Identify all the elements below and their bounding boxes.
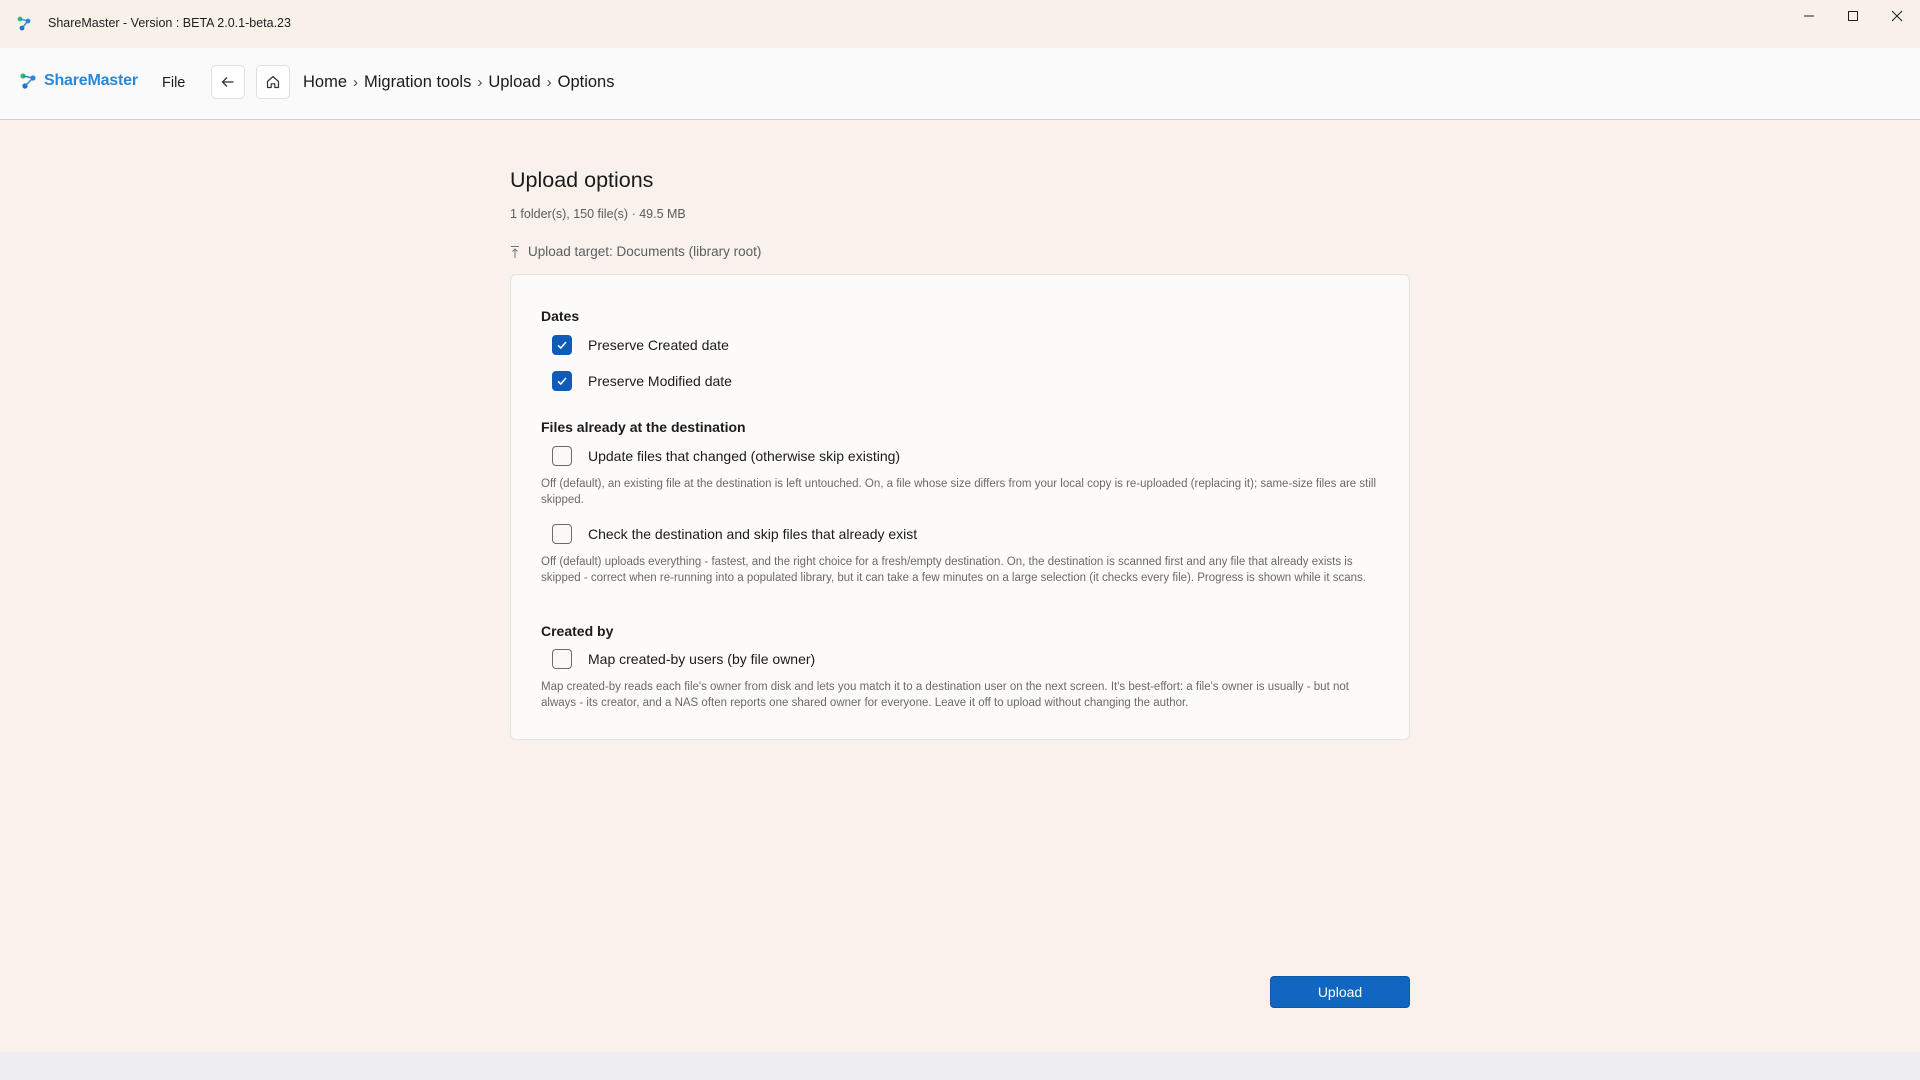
breadcrumb-separator: › (477, 74, 483, 91)
map-users-description: Map created-by reads each file's owner f… (541, 681, 1349, 709)
upload-target: Upload target: Documents (library root) (510, 244, 761, 259)
section-title-existing-files: Files already at the destination (541, 419, 746, 435)
check-destination-option[interactable]: Check the destination and skip files tha… (552, 524, 917, 544)
home-button[interactable] (256, 65, 290, 99)
maximize-icon (1848, 11, 1858, 21)
back-button[interactable] (211, 65, 245, 99)
check-destination-checkbox[interactable] (552, 524, 572, 544)
breadcrumb-home[interactable]: Home (303, 73, 347, 92)
close-icon (1891, 10, 1903, 22)
maximize-button[interactable] (1830, 0, 1876, 32)
breadcrumb-separator: › (546, 74, 552, 91)
update-changed-label: Update files that changed (otherwise ski… (588, 448, 901, 464)
breadcrumb-upload[interactable]: Upload (488, 73, 540, 92)
close-button[interactable] (1874, 0, 1920, 32)
bottom-strip (0, 1052, 1920, 1080)
map-users-checkbox[interactable] (552, 649, 572, 669)
check-destination-label: Check the destination and skip files tha… (588, 526, 918, 542)
section-title-created-by: Created by (541, 623, 614, 639)
brand-logo-icon (20, 73, 36, 89)
minimize-icon (1804, 15, 1814, 17)
file-menu[interactable]: File (162, 75, 185, 91)
brand[interactable]: ShareMaster (18, 70, 138, 92)
page-title: Upload options (510, 168, 654, 192)
sharemaster-logo-icon (14, 14, 34, 34)
preserve-created-option[interactable]: Preserve Created date (552, 335, 729, 355)
checkmark-icon (557, 377, 567, 386)
update-changed-checkbox[interactable] (552, 446, 572, 466)
update-changed-option[interactable]: Update files that changed (otherwise ski… (552, 446, 900, 466)
checkmark-icon (557, 341, 567, 350)
breadcrumb-options: Options (557, 73, 615, 91)
map-users-option[interactable]: Map created-by users (by file owner) (552, 649, 815, 669)
minimize-button[interactable] (1786, 0, 1832, 32)
options-card: Dates Preserve Created date Preserve Mod… (510, 274, 1410, 740)
nav-bar: ShareMaster File Home › Migration tools … (0, 48, 1920, 120)
section-title-dates: Dates (541, 308, 580, 324)
breadcrumb-separator: › (353, 74, 359, 91)
upload-button[interactable]: Upload (1270, 976, 1410, 1008)
preserve-modified-label: Preserve Modified date (588, 373, 732, 389)
upload-target-text: Upload target: Documents (library root) (528, 244, 762, 259)
map-users-label: Map created-by users (by file owner) (588, 651, 816, 667)
home-icon (266, 75, 280, 89)
breadcrumb: Home › Migration tools › Upload › Option… (303, 73, 615, 92)
update-changed-description: Off (default), an existing file at the d… (541, 478, 1377, 506)
title-bar: ShareMaster - Version : BETA 2.0.1-beta.… (0, 0, 1920, 48)
upload-arrow-icon (511, 245, 519, 258)
breadcrumb-migration-tools[interactable]: Migration tools (364, 73, 471, 92)
preserve-modified-option[interactable]: Preserve Modified date (552, 371, 732, 391)
selection-summary: 1 folder(s), 150 file(s) · 49.5 MB (510, 207, 686, 221)
window-title: ShareMaster - Version : BETA 2.0.1-beta.… (48, 16, 291, 30)
arrow-left-icon (221, 77, 234, 87)
preserve-created-checkbox[interactable] (552, 335, 572, 355)
brand-name: ShareMaster (44, 72, 138, 89)
preserve-modified-checkbox[interactable] (552, 371, 572, 391)
check-destination-description: Off (default) uploads everything - faste… (541, 556, 1366, 584)
preserve-created-label: Preserve Created date (588, 337, 729, 353)
